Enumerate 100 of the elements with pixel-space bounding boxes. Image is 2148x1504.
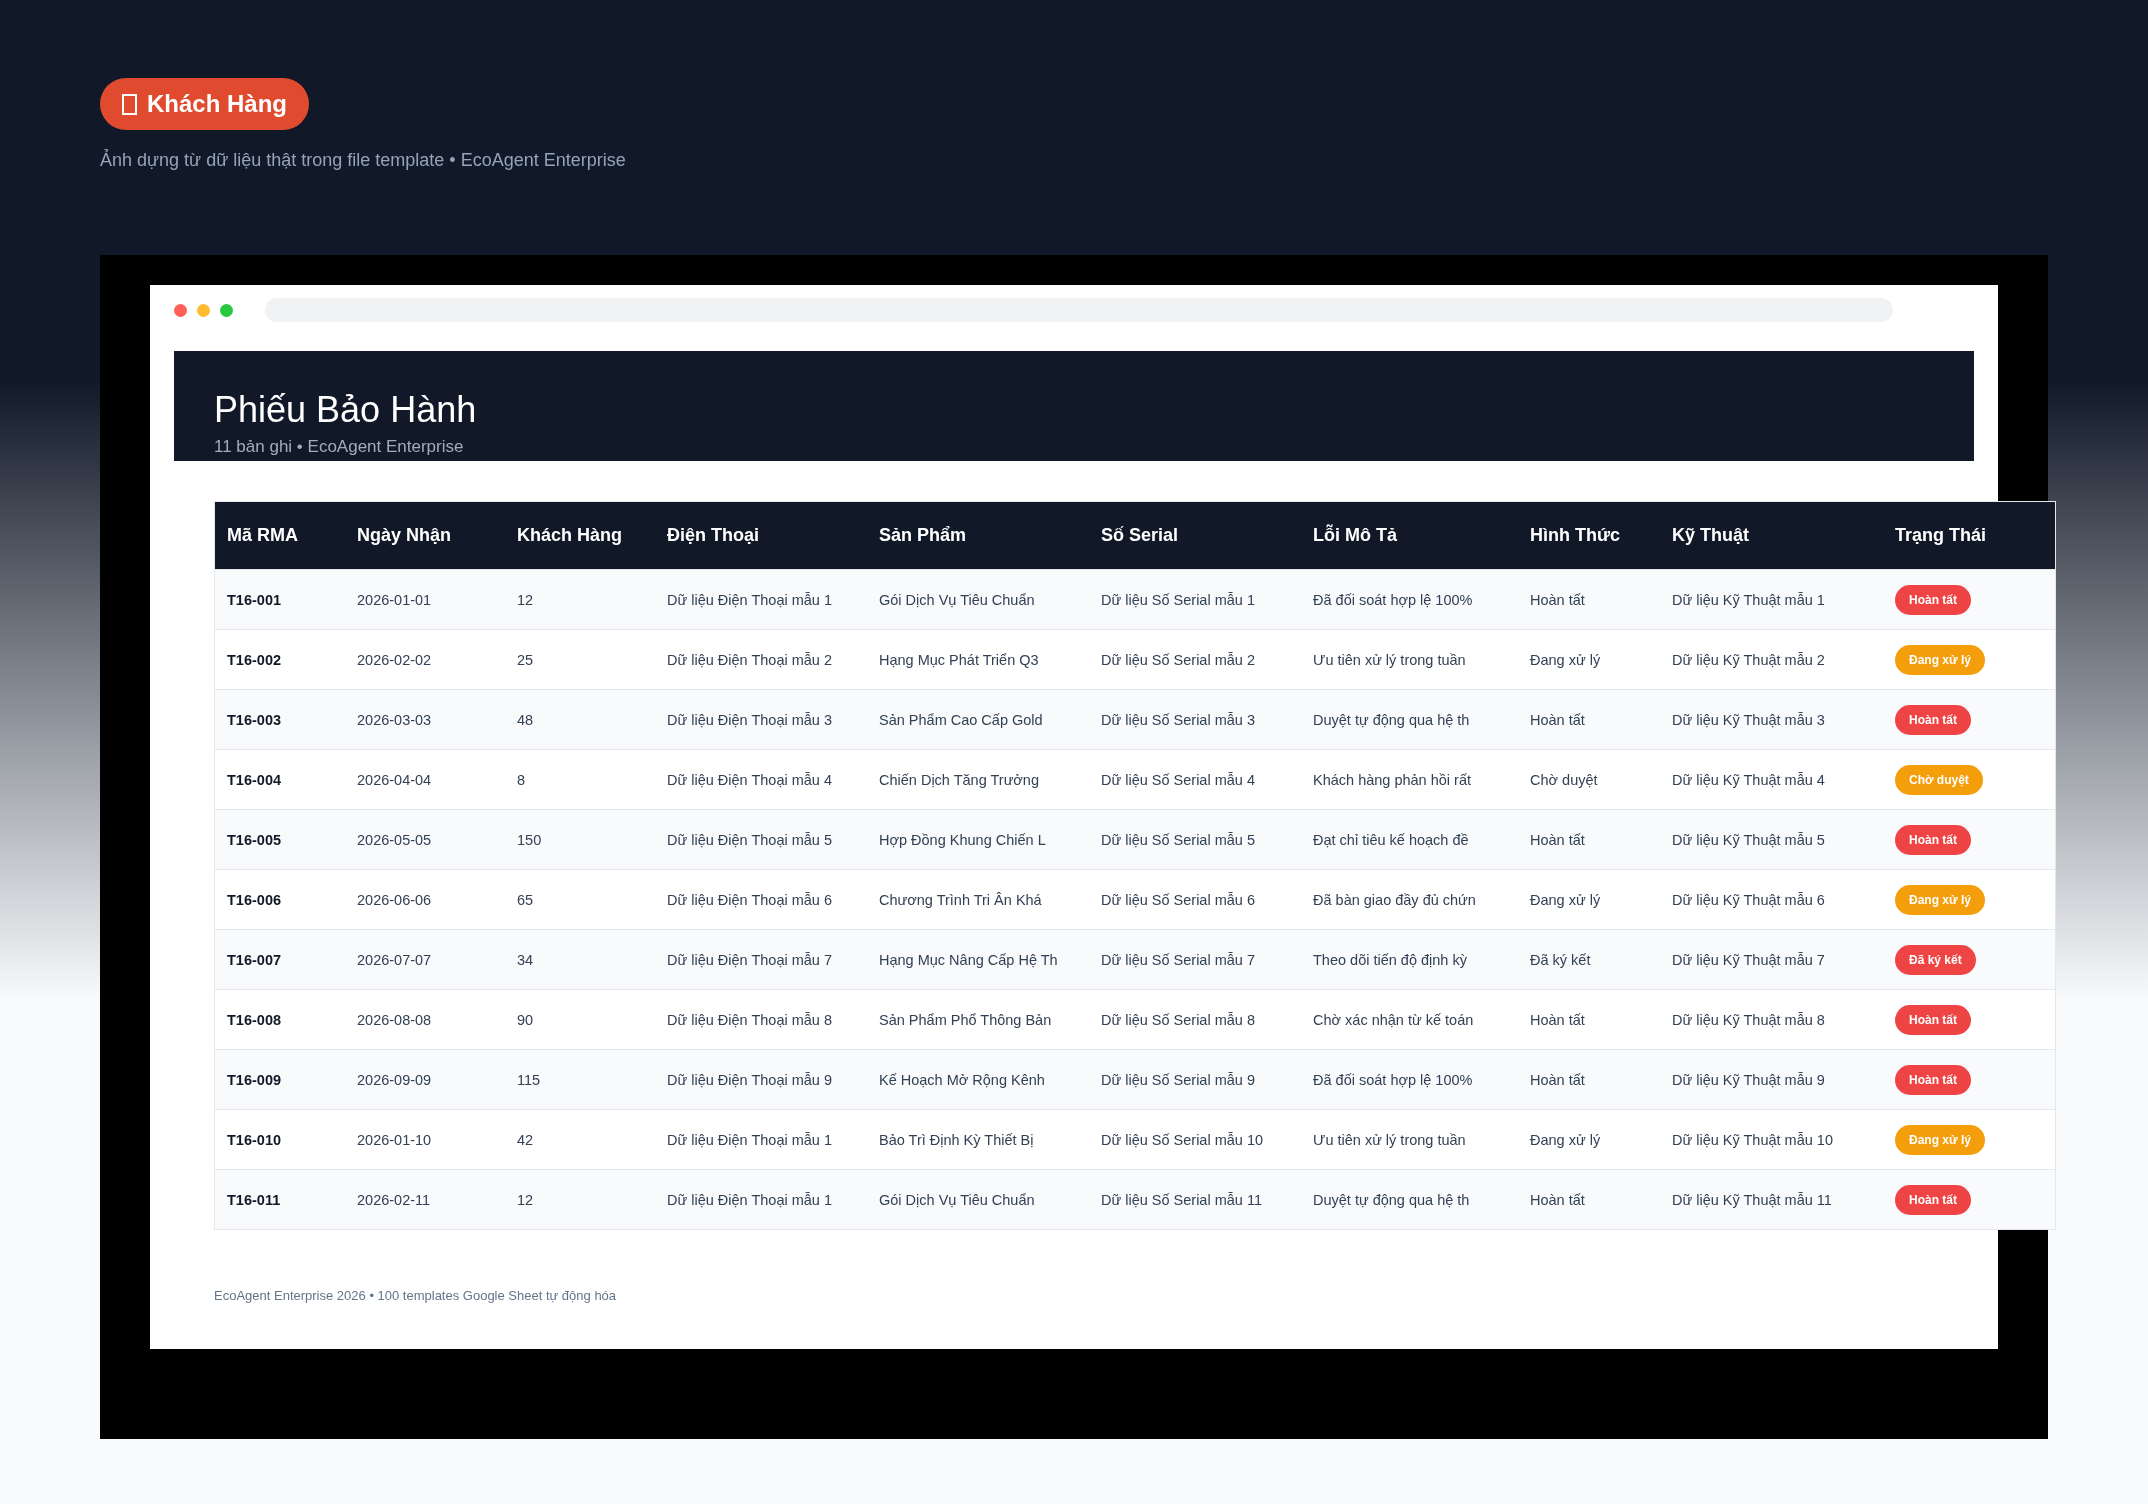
table-cell: T16-003	[214, 689, 345, 750]
table-cell: T16-009	[214, 1049, 345, 1110]
table-cell: 2026-02-02	[345, 629, 505, 690]
table-cell: 115	[505, 1049, 655, 1110]
footer-text: EcoAgent Enterprise 2026 • 100 templates Google Sheet tự động hóa	[214, 1288, 618, 1303]
table-cell: 2026-03-03	[345, 689, 505, 750]
table-cell: 12	[505, 569, 655, 630]
status-badge: Chờ duyệt	[1895, 764, 1983, 795]
table-cell: Đang xử lý	[1518, 869, 1660, 930]
table-cell: Dữ liệu Điện Thoại mẫu 1	[655, 569, 867, 630]
table-cell: Chờ duyệt	[1518, 749, 1660, 810]
status-badge: Hoàn tất	[1895, 1064, 1971, 1095]
column-header: Khách Hàng	[505, 501, 655, 570]
status-badge: Đang xử lý	[1895, 644, 1986, 675]
table-cell: Dữ liệu Kỹ Thuật mẫu 8	[1660, 989, 1883, 1050]
table-cell: Dữ liệu Kỹ Thuật mẫu 7	[1660, 929, 1883, 990]
table-cell: T16-010	[214, 1109, 345, 1170]
maximize-button[interactable]	[220, 303, 233, 317]
table-cell: Dữ liệu Kỹ Thuật mẫu 9	[1660, 1049, 1883, 1110]
table-cell: Dữ liệu Số Serial mẫu 11	[1089, 1169, 1301, 1230]
table-cell: Dữ liệu Số Serial mẫu 3	[1089, 689, 1301, 750]
table-cell: Sản Phẩm Cao Cấp Gold	[867, 689, 1089, 750]
table-cell: Dữ liệu Điện Thoại mẫu 7	[655, 929, 867, 990]
table-cell: Dữ liệu Điện Thoại mẫu 3	[655, 689, 867, 750]
table-cell: Dữ liệu Điện Thoại mẫu 9	[655, 1049, 867, 1110]
table-cell: Dữ liệu Số Serial mẫu 10	[1089, 1109, 1301, 1170]
table-cell: Hoàn tất	[1518, 1049, 1660, 1110]
status-badge: Hoàn tất	[1895, 824, 1971, 855]
table-cell: Dữ liệu Điện Thoại mẫu 5	[655, 809, 867, 870]
table-cell: Gói Dịch Vụ Tiêu Chuẩn	[867, 569, 1089, 630]
table-cell: Dữ liệu Kỹ Thuật mẫu 10	[1660, 1109, 1883, 1170]
table-cell: T16-004	[214, 749, 345, 810]
table-cell: 65	[505, 869, 655, 930]
column-header: Kỹ Thuật	[1660, 501, 1883, 570]
table-cell: Đang xử lý	[1518, 629, 1660, 690]
table-cell: T16-005	[214, 809, 345, 870]
table-cell: Chiến Dịch Tăng Trưởng	[867, 749, 1089, 810]
status-badge: Hoàn tất	[1895, 584, 1971, 615]
column-header: Hình Thức	[1518, 501, 1660, 570]
box-icon	[122, 93, 137, 115]
table-cell: 34	[505, 929, 655, 990]
table-cell: Hoàn tất	[1518, 689, 1660, 750]
table-cell: Ưu tiên xử lý trong tuần	[1301, 629, 1518, 690]
table-cell: 25	[505, 629, 655, 690]
table-cell: T16-002	[214, 629, 345, 690]
table-cell: Dữ liệu Số Serial mẫu 2	[1089, 629, 1301, 690]
table-cell: Dữ liệu Điện Thoại mẫu 4	[655, 749, 867, 810]
column-header: Số Serial	[1089, 501, 1301, 570]
status-badge: Hoàn tất	[1895, 1184, 1971, 1215]
status-badge: Đang xử lý	[1895, 884, 1986, 915]
table-cell: Hạng Mục Nâng Cấp Hệ Th	[867, 929, 1089, 990]
table-cell: 2026-05-05	[345, 809, 505, 870]
table-cell: Đã ký kết	[1518, 929, 1660, 990]
column-header: Sản Phẩm	[867, 501, 1089, 570]
table-cell: Đạt chỉ tiêu kế hoạch đề	[1301, 809, 1518, 870]
table-cell: Dữ liệu Điện Thoại mẫu 8	[655, 989, 867, 1050]
table-cell: Đang xử lý	[1518, 1109, 1660, 1170]
table-cell: Dữ liệu Điện Thoại mẫu 2	[655, 629, 867, 690]
table-cell: Hợp Đồng Khung Chiến L	[867, 809, 1089, 870]
table-cell: Dữ liệu Số Serial mẫu 9	[1089, 1049, 1301, 1110]
sheet-title: Phiếu Bảo Hành	[214, 389, 478, 431]
table-cell: Dữ liệu Kỹ Thuật mẫu 4	[1660, 749, 1883, 810]
status-badge: Hoàn tất	[1895, 704, 1971, 735]
table-cell: T16-011	[214, 1169, 345, 1230]
table-cell: 2026-08-08	[345, 989, 505, 1050]
table-cell: Khách hàng phản hồi rất	[1301, 749, 1518, 810]
table-cell: 2026-07-07	[345, 929, 505, 990]
status-badge: Đang xử lý	[1895, 1124, 1986, 1155]
table-cell: Dữ liệu Kỹ Thuật mẫu 6	[1660, 869, 1883, 930]
minimize-button[interactable]	[197, 303, 210, 317]
table-cell: Hoàn tất	[1518, 569, 1660, 630]
table-cell: Dữ liệu Kỹ Thuật mẫu 11	[1660, 1169, 1883, 1230]
table-cell: T16-001	[214, 569, 345, 630]
table-cell: Hoàn tất	[1518, 809, 1660, 870]
table-cell: Kế Hoạch Mở Rộng Kênh	[867, 1049, 1089, 1110]
table-cell: Chờ xác nhận từ kế toán	[1301, 989, 1518, 1050]
table-cell: Hoàn tất	[1518, 989, 1660, 1050]
table-cell: Duyệt tự động qua hệ th	[1301, 689, 1518, 750]
table-cell: Dữ liệu Điện Thoại mẫu 6	[655, 869, 867, 930]
table-cell: 48	[505, 689, 655, 750]
table-cell: Dữ liệu Số Serial mẫu 7	[1089, 929, 1301, 990]
table-cell: Duyệt tự động qua hệ th	[1301, 1169, 1518, 1230]
close-button[interactable]	[174, 303, 187, 317]
column-header: Trạng Thái	[1883, 501, 2056, 570]
table-cell: Dữ liệu Kỹ Thuật mẫu 3	[1660, 689, 1883, 750]
table-cell: Đã đối soát hợp lệ 100%	[1301, 569, 1518, 630]
caption: Ảnh dựng từ dữ liệu thật trong file template • EcoAgent Enterprise	[100, 150, 627, 171]
table-cell: Hoàn tất	[1518, 1169, 1660, 1230]
table-cell: 2026-01-01	[345, 569, 505, 630]
table-cell: Chương Trình Tri Ân Khá	[867, 869, 1089, 930]
table-cell: 12	[505, 1169, 655, 1230]
column-header: Lỗi Mô Tả	[1301, 501, 1518, 570]
table-cell: Sản Phẩm Phổ Thông Bản	[867, 989, 1089, 1050]
table-cell: Ưu tiên xử lý trong tuần	[1301, 1109, 1518, 1170]
table-cell: Theo dõi tiến độ định kỳ	[1301, 929, 1518, 990]
table-cell: Dữ liệu Điện Thoại mẫu 1	[655, 1169, 867, 1230]
table-cell: Đã đối soát hợp lệ 100%	[1301, 1049, 1518, 1110]
table-cell: Dữ liệu Số Serial mẫu 4	[1089, 749, 1301, 810]
table-cell: T16-007	[214, 929, 345, 990]
table-cell: 90	[505, 989, 655, 1050]
